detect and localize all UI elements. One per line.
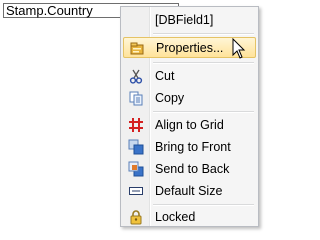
mouse-pointer-icon xyxy=(232,38,246,59)
menu-separator xyxy=(153,62,254,64)
bring-to-front-icon xyxy=(128,139,144,155)
menu-separator xyxy=(153,204,254,206)
default-size-icon xyxy=(129,187,143,195)
send-to-back-icon xyxy=(128,161,144,177)
menu-item-default-size[interactable]: Default Size xyxy=(123,181,256,202)
copy-icon xyxy=(129,91,143,106)
menu-header-component-name: [DBField1] xyxy=(155,13,214,27)
grid-icon xyxy=(129,118,143,132)
db-field-text: Stamp.Country xyxy=(6,3,93,18)
properties-icon xyxy=(130,42,144,55)
menu-separator xyxy=(153,33,254,35)
lock-icon xyxy=(130,210,142,225)
menu-item-bring-to-front[interactable]: Bring to Front xyxy=(123,137,256,158)
scissors-icon xyxy=(129,69,143,84)
menu-item-copy[interactable]: Copy xyxy=(123,88,256,109)
menu-item-send-to-back[interactable]: Send to Back xyxy=(123,159,256,180)
menu-item-cut[interactable]: Cut xyxy=(123,66,256,87)
menu-item-align-to-grid[interactable]: Align to Grid xyxy=(123,115,256,136)
menu-item-locked[interactable]: Locked xyxy=(123,207,256,228)
menu-separator xyxy=(153,111,254,113)
